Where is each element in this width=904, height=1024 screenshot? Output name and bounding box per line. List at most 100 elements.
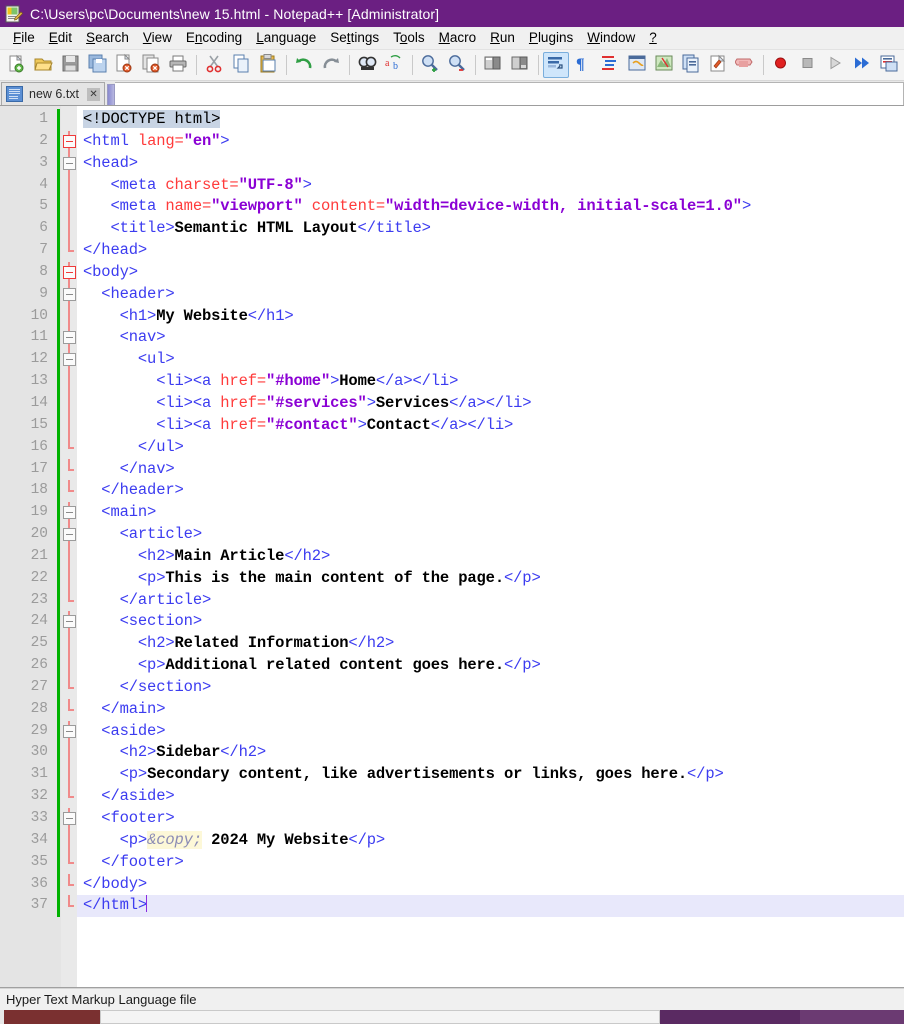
toolbar-zoom-in-button[interactable] [417, 52, 443, 78]
fold-minus-icon[interactable] [63, 134, 76, 148]
code-line[interactable]: <section> [77, 611, 904, 633]
fold-minus-icon[interactable] [63, 156, 76, 170]
code-line[interactable]: </nav> [77, 459, 904, 481]
fold-toggle[interactable] [61, 283, 77, 306]
menu-help[interactable]: ? [642, 29, 664, 48]
code-line[interactable]: <body> [77, 262, 904, 284]
code-line[interactable]: <article> [77, 524, 904, 546]
toolbar-redo-button[interactable] [318, 52, 344, 78]
tab-new-6-txt[interactable]: new 6.txt ✕ [1, 82, 106, 105]
menu-edit[interactable]: Edit [42, 29, 79, 48]
code-line[interactable]: <p>Secondary content, like advertisement… [77, 764, 904, 786]
code-folding-margin[interactable] [61, 106, 77, 987]
menu-plugins[interactable]: Plugins [522, 29, 580, 48]
code-line[interactable]: </ul> [77, 437, 904, 459]
fold-toggle[interactable] [61, 152, 77, 175]
toolbar-monitoring-button[interactable] [732, 52, 758, 78]
code-line[interactable]: </section> [77, 677, 904, 699]
fold-toggle[interactable] [61, 130, 77, 153]
fold-toggle[interactable] [61, 720, 77, 743]
fold-toggle[interactable] [61, 611, 77, 634]
code-line[interactable]: <h1>My Website</h1> [77, 306, 904, 328]
code-line[interactable]: <h2>Main Article</h2> [77, 546, 904, 568]
fold-toggle[interactable] [61, 349, 77, 371]
code-line[interactable]: <head> [77, 153, 904, 175]
taskbar-tray-region[interactable] [800, 1010, 904, 1024]
fold-minus-icon[interactable] [63, 353, 76, 367]
code-line[interactable]: <ul> [77, 349, 904, 371]
code-line[interactable]: <meta name="viewport" content="width=dev… [77, 196, 904, 218]
code-line[interactable]: <li><a href="#contact">Contact</a></li> [77, 415, 904, 437]
toolbar-function-list-button[interactable] [678, 52, 704, 78]
toolbar-save-current-macro-button[interactable] [876, 52, 902, 78]
code-line[interactable]: <html lang="en"> [77, 131, 904, 153]
menu-macro[interactable]: Macro [432, 29, 484, 48]
taskbar-item-active[interactable] [4, 1010, 100, 1024]
code-line[interactable]: <main> [77, 502, 904, 524]
toolbar-open-file-button[interactable] [30, 52, 56, 78]
editor[interactable]: 1 2 3 4 5 6 7 8 9 10 11 12 13 14 15 16 17 18 19 20 21 22 23 24 2… [0, 106, 904, 987]
toolbar-undo-button[interactable] [291, 52, 317, 78]
toolbar-paste-button[interactable] [255, 52, 281, 78]
code-line[interactable]: </main> [77, 699, 904, 721]
fold-minus-icon[interactable] [63, 265, 76, 279]
toolbar-print-button[interactable] [165, 52, 191, 78]
menu-file[interactable]: File [6, 29, 42, 48]
taskbar-pinned-region[interactable] [660, 1010, 800, 1024]
code-line[interactable]: </header> [77, 480, 904, 502]
fold-minus-icon[interactable] [63, 528, 76, 542]
code-line[interactable]: <li><a href="#home">Home</a></li> [77, 371, 904, 393]
code-line[interactable]: <title>Semantic HTML Layout</title> [77, 218, 904, 240]
fold-toggle[interactable] [61, 808, 77, 830]
code-line[interactable]: <aside> [77, 721, 904, 743]
close-icon[interactable]: ✕ [87, 87, 101, 101]
fold-minus-icon[interactable] [63, 287, 76, 301]
toolbar-sync-vertical-scrolling-button[interactable] [480, 52, 506, 78]
fold-minus-icon[interactable] [63, 615, 76, 629]
code-line[interactable]: <footer> [77, 808, 904, 830]
fold-toggle[interactable] [61, 261, 77, 284]
toolbar-replace-button[interactable]: ab [381, 52, 407, 78]
code-text-area[interactable]: <!DOCTYPE html> <html lang="en"> <head> <m… [77, 106, 904, 987]
menu-settings[interactable]: Settings [323, 29, 386, 48]
toolbar-sync-horizontal-scrolling-button[interactable] [507, 52, 533, 78]
fold-minus-icon[interactable] [63, 724, 76, 738]
toolbar-close-all-files-button[interactable] [138, 52, 164, 78]
toolbar-stop-recording-macro-button[interactable] [795, 52, 821, 78]
menu-search[interactable]: Search [79, 29, 136, 48]
fold-toggle[interactable] [61, 524, 77, 546]
code-line[interactable]: </body> [77, 874, 904, 896]
code-line[interactable]: <nav> [77, 327, 904, 349]
code-line[interactable]: <h2>Related Information</h2> [77, 633, 904, 655]
toolbar-new-file-button[interactable] [3, 52, 29, 78]
fold-toggle[interactable] [61, 327, 77, 350]
code-line[interactable]: <h2>Sidebar</h2> [77, 742, 904, 764]
menu-language[interactable]: Language [249, 29, 323, 48]
toolbar-close-file-button[interactable] [111, 52, 137, 78]
code-line[interactable]: <p>Additional related content goes here.… [77, 655, 904, 677]
code-line[interactable]: </head> [77, 240, 904, 262]
toolbar-zoom-out-button[interactable] [444, 52, 470, 78]
fold-minus-icon[interactable] [63, 506, 76, 520]
toolbar-cut-button[interactable] [201, 52, 227, 78]
code-line[interactable]: <p>This is the main content of the page.… [77, 568, 904, 590]
menu-encoding[interactable]: Encoding [179, 29, 249, 48]
code-line[interactable]: </aside> [77, 786, 904, 808]
toolbar-folder-as-workspace-button[interactable] [705, 52, 731, 78]
toolbar-copy-button[interactable] [228, 52, 254, 78]
menu-window[interactable]: Window [580, 29, 642, 48]
toolbar-find-button[interactable] [354, 52, 380, 78]
code-line[interactable]: <p>&copy; 2024 My Website</p> [77, 830, 904, 852]
code-line[interactable]: <meta charset="UTF-8"> [77, 175, 904, 197]
fold-minus-icon[interactable] [63, 812, 76, 825]
toolbar-indent-guide-button[interactable] [597, 52, 623, 78]
toolbar-playback-macro-button[interactable] [822, 52, 848, 78]
code-line[interactable]: </footer> [77, 852, 904, 874]
toolbar-save-all-button[interactable] [84, 52, 110, 78]
code-line[interactable]: <header> [77, 284, 904, 306]
fold-minus-icon[interactable] [63, 331, 76, 345]
toolbar-run-macro-multiple-times-button[interactable] [849, 52, 875, 78]
fold-toggle[interactable] [61, 502, 77, 524]
code-line[interactable]: </article> [77, 590, 904, 612]
toolbar-word-wrap-button[interactable] [543, 52, 569, 78]
